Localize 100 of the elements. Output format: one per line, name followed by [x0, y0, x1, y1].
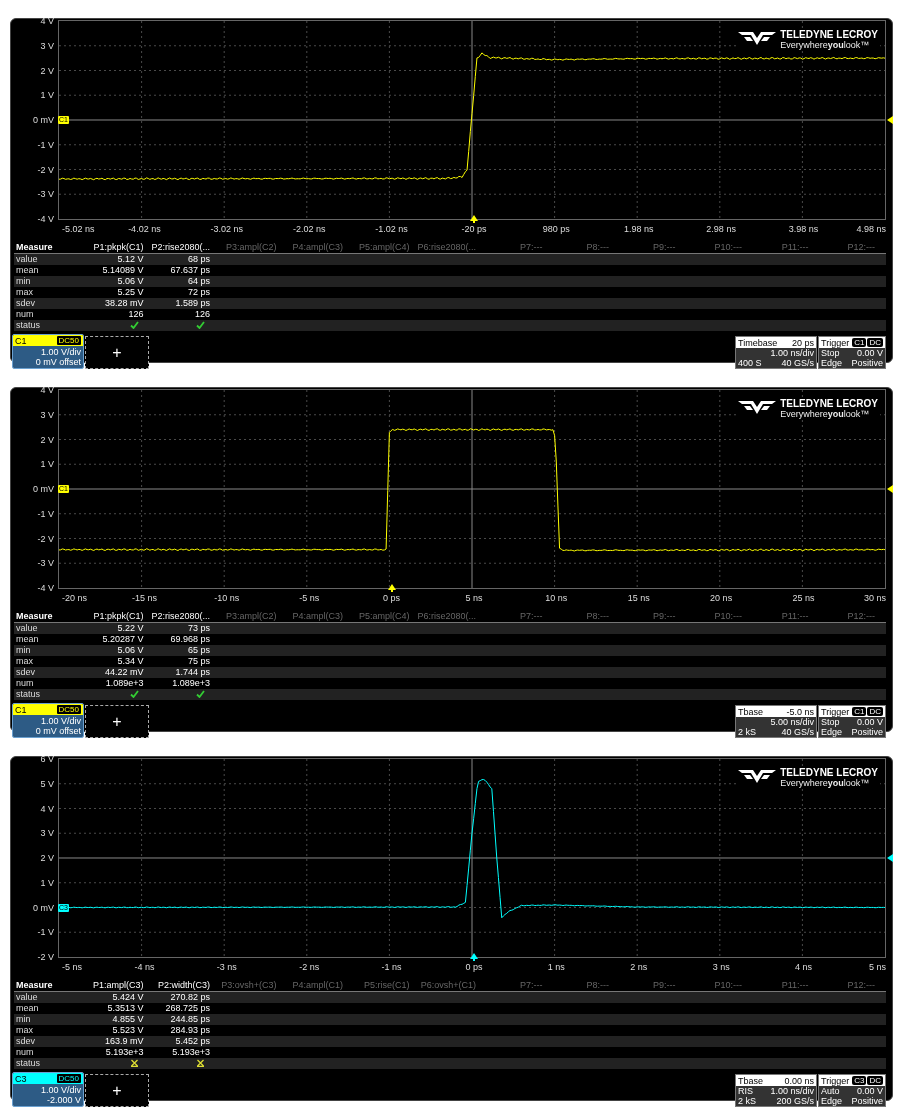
channel-name: C3 — [15, 1073, 27, 1084]
trigger-label: Trigger — [821, 1075, 850, 1086]
table-cell-text: 68 ps — [187, 254, 211, 265]
axis-label: 4 V — [40, 16, 54, 26]
column-header[interactable]: P10:--- — [678, 980, 745, 991]
sample-count: 2 kS — [738, 1096, 756, 1106]
axis-label: 2.98 ns — [706, 224, 736, 234]
table-cell-text: 1.589 ps — [175, 298, 211, 309]
column-header[interactable]: P8:--- — [545, 242, 612, 253]
column-header[interactable]: P5:rise(C1) — [346, 980, 413, 991]
axis-label: 0 mV — [33, 115, 54, 125]
column-header[interactable]: P9:--- — [612, 242, 679, 253]
axis-label: 1 V — [40, 90, 54, 101]
column-header[interactable]: P3:ampl(C2) — [213, 242, 280, 253]
trigger-descriptor[interactable]: Trigger C1 DC Stop 0.00 V Edge Positive — [818, 705, 886, 738]
column-header[interactable]: P7:--- — [479, 611, 546, 622]
axis-label: 4 V — [40, 385, 54, 395]
table-cell-text: 5.22 V — [117, 623, 145, 634]
table-cell-text: 5.193e+3 — [172, 1047, 211, 1058]
axis-label: -3 V — [37, 558, 54, 569]
column-header[interactable]: P7:--- — [479, 980, 546, 991]
axis-label: 10 ns — [545, 593, 568, 603]
row-label: value — [15, 992, 39, 1003]
trigger-descriptor[interactable]: Trigger C1 DC Stop 0.00 V Edge Positive — [818, 336, 886, 369]
axis-label: 5 ns — [465, 593, 483, 603]
add-button[interactable]: + — [85, 705, 149, 738]
column-header[interactable]: P5:ampl(C4) — [346, 611, 413, 622]
column-header[interactable]: P3:ampl(C2) — [213, 611, 280, 622]
table-cell-text: 73 ps — [187, 623, 211, 634]
table-cell-text: 5.3513 V — [107, 1003, 145, 1014]
delay-value: -5.0 ns — [786, 706, 814, 717]
trigger-descriptor[interactable]: Trigger C3 DC Auto 0.00 V Edge Positive — [818, 1074, 886, 1107]
axis-label: -2 V — [37, 952, 54, 962]
table-cell-text: 1.089e+3 — [105, 678, 145, 689]
row-label: value — [15, 254, 39, 265]
add-button[interactable]: + — [85, 336, 149, 369]
brand-name: TELEDYNE LECROY — [780, 767, 878, 778]
timebase-descriptor[interactable]: Timebase 20 ps 1.00 ns/div 400 S 40 GS/s — [735, 336, 817, 369]
column-header[interactable]: P4:ampl(C1) — [279, 980, 346, 991]
column-header[interactable]: P7:--- — [479, 242, 546, 253]
table-title: Measure — [15, 980, 54, 991]
column-header[interactable]: P3:ovsh+(C3) — [213, 980, 280, 991]
axis-label: -3.02 ns — [210, 224, 244, 234]
axis-label: 3 V — [40, 409, 54, 420]
column-header[interactable]: P8:--- — [545, 980, 612, 991]
column-header[interactable]: P12:--- — [811, 611, 878, 622]
add-button[interactable]: + — [85, 1074, 149, 1107]
column-header[interactable]: P1:pkpk(C1) — [80, 242, 147, 253]
axis-label: 3 ns — [712, 962, 730, 972]
channel-name: C1 — [15, 704, 27, 715]
trigger-mode: Auto — [821, 1086, 840, 1096]
column-header[interactable]: P4:ampl(C3) — [279, 611, 346, 622]
timebase-label: Timebase — [738, 337, 778, 348]
column-header[interactable]: P11:--- — [745, 980, 812, 991]
column-header[interactable]: P9:--- — [612, 611, 679, 622]
logo-icon — [738, 398, 777, 416]
column-header[interactable]: P2:width(C3) — [146, 980, 213, 991]
column-header[interactable]: P6:rise2080(... — [412, 242, 479, 253]
column-header[interactable]: P1:pkpk(C1) — [80, 611, 147, 622]
table-title: Measure — [15, 242, 54, 253]
axis-label: -5.02 ns — [62, 224, 95, 234]
column-header[interactable]: P1:ampl(C3) — [80, 980, 147, 991]
column-header[interactable]: P8:--- — [545, 611, 612, 622]
timebase-descriptor[interactable]: Tbase 0.00 ns RIS 1.00 ns/div 2 kS 200 GS/s — [735, 1074, 817, 1107]
time-scale: 5.00 ns/div — [770, 717, 814, 727]
table-cell-text: 244.85 ps — [170, 1014, 211, 1025]
axis-label: -4 ns — [134, 962, 155, 972]
timebase-label: Tbase — [738, 1075, 763, 1086]
column-header[interactable]: P12:--- — [811, 242, 878, 253]
column-header[interactable]: P11:--- — [745, 242, 812, 253]
channel-descriptor[interactable]: C3 DC50 1.00 V/div -2.000 V — [12, 1072, 84, 1107]
column-header[interactable]: P11:--- — [745, 611, 812, 622]
row-label: mean — [15, 634, 40, 645]
coupling-badge: DC — [867, 338, 883, 347]
axis-label: 3.98 ns — [788, 224, 819, 234]
table-cell-text: 284.93 ps — [170, 1025, 211, 1036]
channel-name: C1 — [15, 335, 27, 346]
channel-descriptor[interactable]: C1 DC50 1.00 V/div 0 mV offset — [12, 334, 84, 369]
column-header[interactable]: P5:ampl(C4) — [346, 242, 413, 253]
timebase-descriptor[interactable]: Tbase -5.0 ns 5.00 ns/div 2 kS 40 GS/s — [735, 705, 817, 738]
time-scale: 1.00 ns/div — [770, 348, 814, 358]
column-header[interactable]: P6:ovsh+(C1) — [412, 980, 479, 991]
axis-label: -4.02 ns — [128, 224, 161, 234]
column-header[interactable]: P10:--- — [678, 611, 745, 622]
column-header[interactable]: P6:rise2080(... — [412, 611, 479, 622]
channel-descriptor[interactable]: C1 DC50 1.00 V/div 0 mV offset — [12, 703, 84, 738]
column-header[interactable]: P10:--- — [678, 242, 745, 253]
column-header[interactable]: P4:ampl(C3) — [279, 242, 346, 253]
table-cell-text: 163.9 mV — [104, 1036, 145, 1047]
trigger-type: Edge — [821, 358, 843, 368]
column-header[interactable]: P2:rise2080(... — [146, 242, 213, 253]
column-header[interactable]: P9:--- — [612, 980, 679, 991]
row-label: num — [15, 1047, 35, 1058]
trigger-level: 0.00 V — [856, 717, 883, 727]
column-header[interactable]: P2:rise2080(... — [146, 611, 213, 622]
column-header[interactable]: P12:--- — [811, 980, 878, 991]
table-cell-text: 270.82 ps — [170, 992, 211, 1003]
axis-label: 30 ns — [863, 593, 886, 603]
axis-label: -4 V — [37, 214, 54, 224]
sample-rate: 200 GS/s — [776, 1096, 814, 1106]
